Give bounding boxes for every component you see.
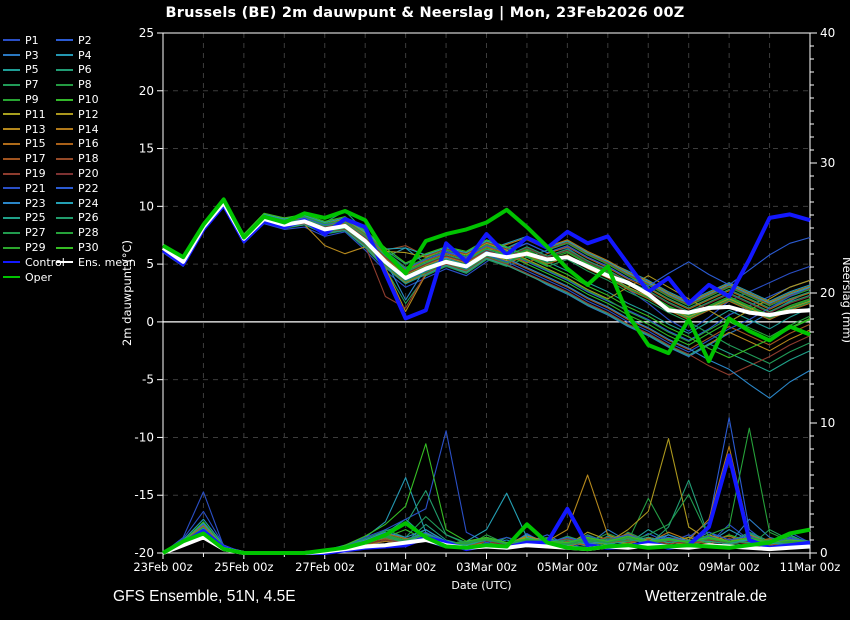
left-tick-label: -20 — [134, 546, 154, 560]
left-tick-label: 10 — [139, 199, 154, 213]
x-tick-label: 27Feb 00z — [295, 560, 354, 574]
right-tick-label: 30 — [820, 156, 835, 170]
x-tick-label: 25Feb 00z — [214, 560, 273, 574]
x-tick-label: 07Mar 00z — [618, 560, 679, 574]
right-tick-label: 20 — [820, 286, 835, 300]
x-tick-label: 05Mar 00z — [537, 560, 598, 574]
x-tick-label: 01Mar 00z — [375, 560, 436, 574]
left-tick-label: 20 — [139, 84, 154, 98]
x-tick-label: 11Mar 00z — [780, 560, 841, 574]
left-tick-label: -10 — [134, 430, 154, 444]
y-axis-right-label: Neerslag (mm) — [840, 257, 850, 343]
x-tick-label: 03Mar 00z — [456, 560, 517, 574]
left-tick-label: 0 — [146, 315, 154, 329]
ensemble-chart-page: Brussels (BE) 2m dauwpunt & Neerslag | M… — [0, 0, 850, 620]
left-tick-label: -15 — [134, 488, 154, 502]
left-tick-label: 5 — [146, 257, 154, 271]
x-tick-label: 23Feb 00z — [133, 560, 192, 574]
right-tick-label: 0 — [820, 546, 828, 560]
footer-watermark: Wetterzentrale.de — [645, 588, 768, 605]
x-tick-label: 09Mar 00z — [699, 560, 760, 574]
right-tick-label: 10 — [820, 416, 835, 430]
x-axis-label: Date (UTC) — [451, 579, 511, 592]
left-tick-label: 25 — [139, 26, 154, 40]
footer-model-info: GFS Ensemble, 51N, 4.5E — [113, 588, 296, 605]
y-axis-left-label: 2m dauwpunt (°C) — [120, 240, 134, 346]
chart-canvas: -20 -15 -10 -5 0 5 10 15 20 25 0 10 20 30 40 23Feb 00z 2… — [120, 26, 850, 592]
left-tick-label: -5 — [142, 373, 154, 387]
left-tick-label: 15 — [139, 142, 154, 156]
right-tick-label: 40 — [820, 26, 835, 40]
